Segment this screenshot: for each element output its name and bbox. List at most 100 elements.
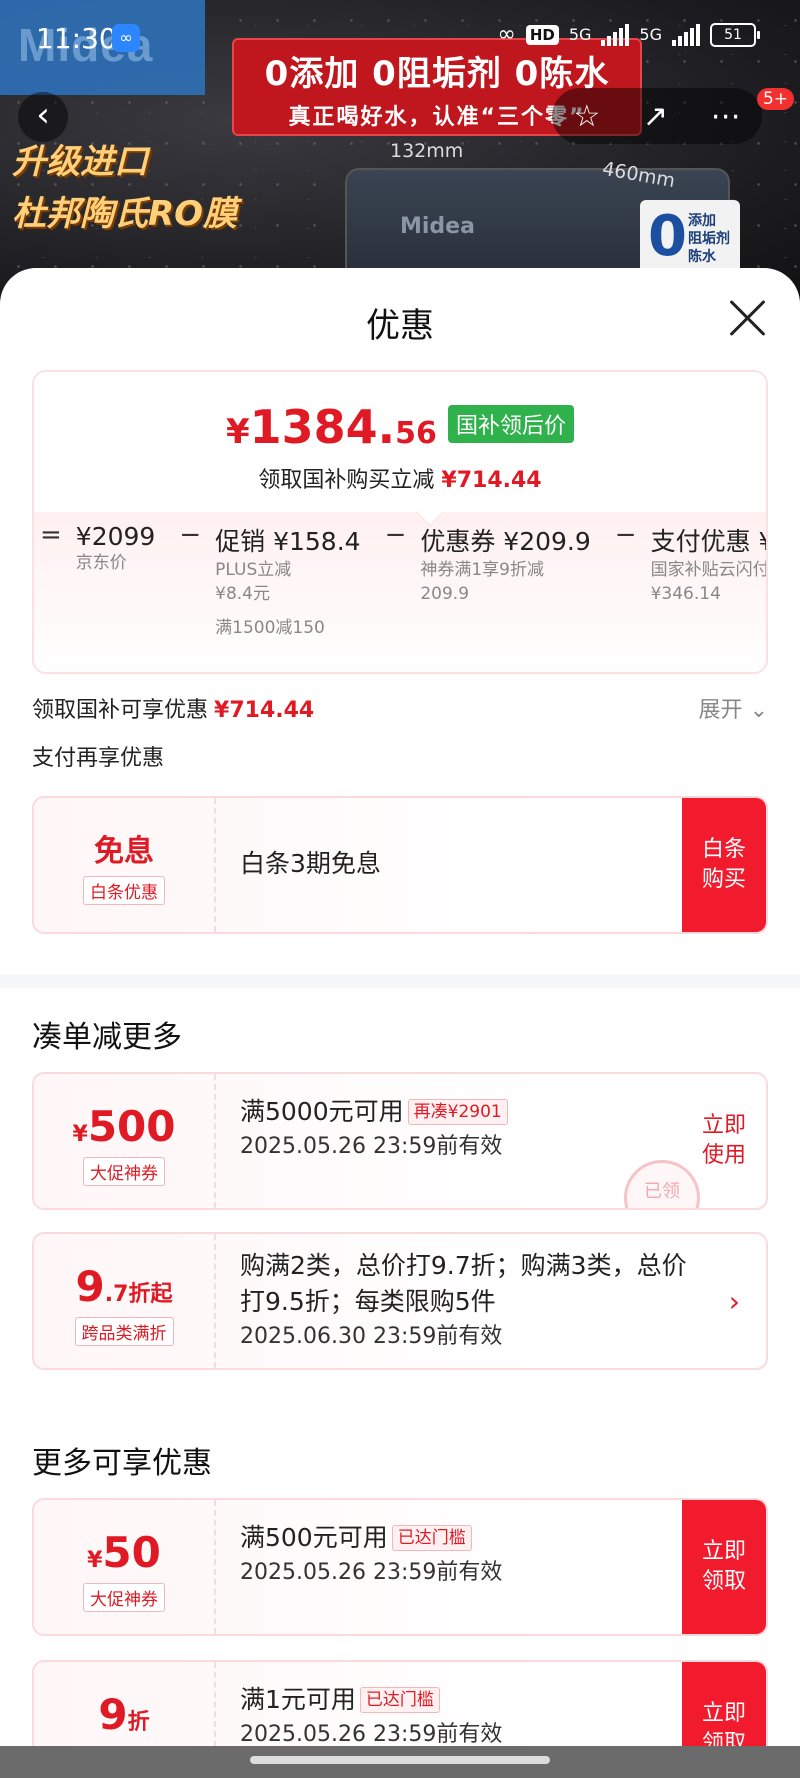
breakdown-item-detail: PLUS立减	[215, 560, 292, 580]
breakdown-item-detail: 神券满1享9折减	[420, 560, 544, 580]
savings-value: ¥714.44	[441, 468, 542, 493]
coupon-97-amount: 9.7折起	[34, 1262, 214, 1311]
back-button[interactable]: ‹	[18, 92, 68, 142]
network-label-1: 5G	[568, 25, 592, 44]
status-icons: ∞ HD 5G 5G 51	[497, 22, 760, 47]
price-decimal: 56	[395, 416, 437, 451]
close-icon[interactable]	[726, 296, 770, 340]
coupon-50-line1: 满500元可用 已达门槛	[240, 1520, 656, 1556]
coupon-97-description: 购满2类，总价打9.7折；购满3类，总价打9.5折；每类限购5件	[240, 1251, 687, 1316]
price-savings: 领取国补购买立减 ¥714.44	[34, 462, 766, 494]
baitiao-text: 白条3期免息	[240, 849, 381, 878]
section-title-enjoy: 更多可享优惠	[32, 1446, 212, 1481]
dimension-width: 132mm	[390, 140, 464, 162]
coupon-50-tag: 大促神券	[83, 1583, 165, 1612]
coupon-50-amount: ¥50	[34, 1528, 214, 1577]
coupon-card-50: ¥50 大促神券 满500元可用 已达门槛 2025.05.26 23:59前有效…	[32, 1498, 768, 1636]
coupon-500-validity: 2025.05.26 23:59前有效	[240, 1134, 503, 1159]
savings-label: 领取国补购买立减	[258, 468, 435, 493]
hotspot-icon: ∞	[497, 22, 516, 47]
zero-tag-number: 0	[648, 204, 687, 269]
coupon-50-condition: 满500元可用	[240, 1523, 388, 1552]
coupon-500-mini-tag: 再凑¥2901	[407, 1099, 508, 1125]
breakdown-item: 促销 ¥158.4 PLUS立减 ¥8.4元满1500减150	[215, 522, 360, 640]
coupon-50-currency: ¥	[87, 1548, 103, 1573]
coupon-9-value: 9	[98, 1690, 128, 1739]
breakdown-operator: −	[384, 520, 407, 550]
baitiao-body: 白条3期免息	[240, 846, 656, 882]
breakdown-item-head: 优惠券 ¥209.9	[420, 527, 591, 556]
subsidy-price-tag: 国补领后价	[448, 405, 575, 443]
breakdown-item-detail: 国家补贴云闪付减	[650, 560, 768, 580]
notification-badge: 5+	[756, 88, 794, 110]
coupon-50-body: 满500元可用 已达门槛 2025.05.26 23:59前有效	[240, 1520, 656, 1590]
signal-icon	[601, 23, 630, 46]
breakdown-item: 优惠券 ¥209.9 神券满1享9折减 209.9	[420, 522, 590, 640]
coupon-500-value: 500	[87, 1102, 176, 1151]
baitiao-buy-button[interactable]: 白条 购买	[682, 798, 766, 932]
coupon-97-left: 9.7折起 跨品类满折	[34, 1234, 216, 1368]
price-breakdown[interactable]: = ¥2099 京东价 − 促销 ¥158.4 PLUS立减 ¥8.4元 满1500减150−…	[34, 520, 768, 640]
home-indicator[interactable]	[250, 1756, 550, 1764]
coupon-50-validity: 2025.05.26 23:59前有效	[240, 1560, 503, 1585]
breakdown-item-detail: 京东价	[75, 553, 127, 573]
breakdown-item-detail: ¥346.14	[650, 584, 721, 604]
breakdown-item-head: 促销 ¥158.4	[215, 527, 361, 556]
coupon-97-validity: 2025.06.30 23:59前有效	[240, 1324, 503, 1349]
chevron-left-icon: ‹	[36, 95, 50, 135]
promo-line2: 杜邦陶氏RO膜	[12, 194, 238, 234]
chevron-right-icon: ›	[728, 1285, 740, 1318]
coupon-500-condition: 满5000元可用	[240, 1097, 404, 1126]
claim-now-button-50[interactable]: 立即 领取	[682, 1500, 766, 1634]
coupon-97-body: 购满2类，总价打9.7折；购满3类，总价打9.5折；每类限购5件 2025.06…	[240, 1248, 696, 1354]
coupon-500-tag: 大促神券	[83, 1157, 165, 1186]
breakdown-item-detail: 209.9	[420, 584, 470, 604]
coupon-50-value: 50	[102, 1528, 161, 1577]
coupon-9-body: 满1元可用 已达门槛 2025.05.26 23:59前有效	[240, 1682, 656, 1752]
breakdown-item-head: 支付优惠 ¥346	[650, 527, 766, 556]
coupon-500-currency: ¥	[72, 1122, 88, 1147]
network-label-2: 5G	[639, 25, 662, 44]
coupon-500-line1: 满5000元可用 再凑¥2901	[240, 1094, 656, 1130]
coupon-9-line1: 满1元可用 已达门槛	[240, 1682, 656, 1718]
price-currency: ¥	[225, 412, 250, 452]
breakdown-operator: −	[614, 520, 637, 550]
star-icon[interactable]: ☆	[573, 99, 600, 134]
breakdown-item-head: ¥2099	[75, 522, 156, 551]
breakdown-item-detail: 满1500减150	[215, 618, 325, 638]
pay-section-title: 支付再享优惠	[32, 746, 165, 771]
subsidy-discount-row: 领取国补可享优惠 ¥714.44 展开 ⌄	[32, 692, 768, 724]
nav-actions: ☆ ↗ ⋯	[552, 88, 762, 144]
coupon-9-unit: 折	[127, 1710, 150, 1735]
coupon-97-unit: .7折起	[104, 1282, 173, 1307]
section-title-more: 凑单减更多	[32, 1020, 182, 1055]
more-icon[interactable]: ⋯	[711, 99, 741, 134]
breakdown-item-detail: ¥8.4元	[215, 584, 270, 604]
section-divider	[0, 974, 800, 988]
share-icon[interactable]: ↗	[643, 99, 668, 134]
promo-text: 升级进口 杜邦陶氏RO膜	[12, 136, 237, 240]
device-logo: Midea	[400, 214, 475, 239]
chevron-down-icon: ⌄	[749, 698, 768, 723]
subsidy-discount-label: 领取国补可享优惠	[32, 698, 209, 723]
coupon-50-left: ¥50 大促神券	[34, 1500, 216, 1634]
subsidy-discount-value: ¥714.44	[214, 698, 315, 723]
coupon-9-amount: 9折	[34, 1690, 214, 1739]
baitiao-card-left: 免息 白条优惠	[34, 798, 216, 932]
final-price: ¥1384.56 国补领后价	[34, 400, 766, 454]
coupon-97-tag: 跨品类满折	[74, 1317, 174, 1346]
breakdown-operator: −	[179, 520, 202, 550]
expand-label: 展开	[698, 698, 743, 723]
baitiao-amount-text: 免息	[94, 834, 154, 869]
discount-sheet: 优惠 ¥1384.56 国补领后价 领取国补购买立减 ¥714.44 = ¥209…	[0, 268, 800, 1778]
baitiao-card: 免息 白条优惠 白条3期免息 白条 购买	[32, 796, 768, 934]
use-now-button[interactable]: 立即 使用	[682, 1074, 766, 1208]
coupon-500-body: 满5000元可用 再凑¥2901 2025.05.26 23:59前有效	[240, 1094, 656, 1164]
baitiao-amount: 免息	[34, 826, 214, 870]
signal-icon-2	[672, 23, 700, 46]
coupon-card-97[interactable]: 9.7折起 跨品类满折 购满2类，总价打9.7折；购满3类，总价打9.5折；每类…	[32, 1232, 768, 1370]
expand-button[interactable]: 展开 ⌄	[699, 692, 768, 724]
price-top: ¥1384.56 国补领后价 领取国补购买立减 ¥714.44	[34, 372, 766, 512]
price-summary-card: ¥1384.56 国补领后价 领取国补购买立减 ¥714.44 = ¥2099 京东…	[32, 370, 768, 674]
link-notification-icon: ∞	[112, 24, 140, 52]
